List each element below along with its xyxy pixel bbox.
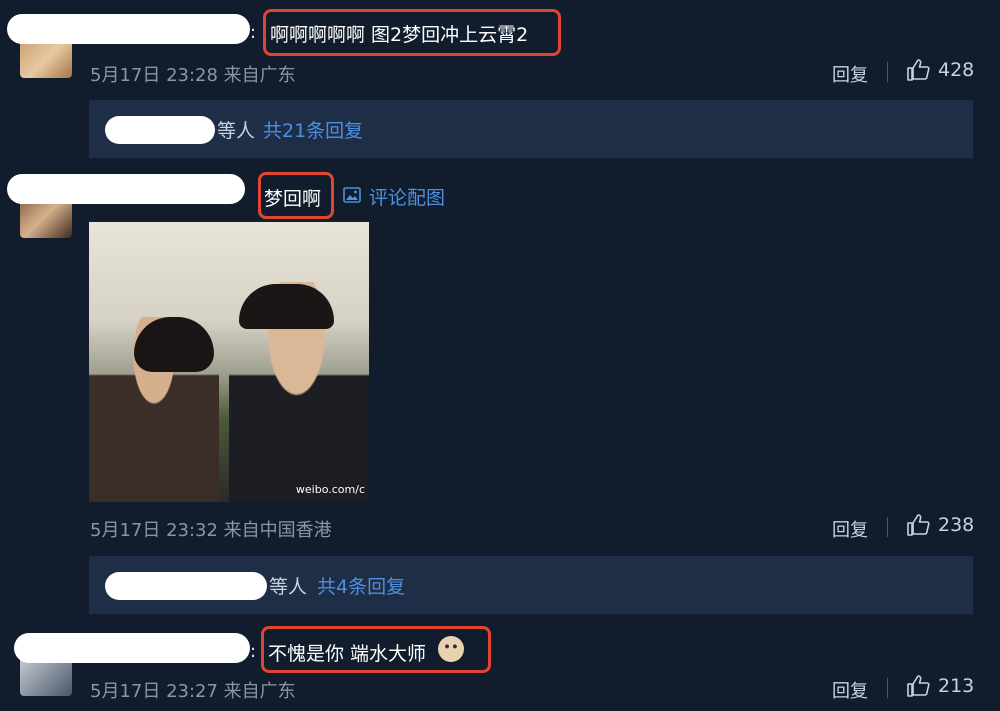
username-redacted[interactable] bbox=[14, 633, 250, 663]
like-button[interactable]: 428 bbox=[906, 59, 974, 81]
replies-etc: 等人 bbox=[269, 576, 308, 598]
like-count: 428 bbox=[938, 59, 975, 81]
thumbs-up-icon bbox=[906, 59, 930, 81]
photo-hair-right bbox=[239, 284, 334, 329]
comment-image-link[interactable]: 评论配图 bbox=[343, 183, 445, 210]
reply-button[interactable]: 回复 bbox=[832, 677, 868, 703]
comment-meta: 5月17日 23:32 来自中国香港 bbox=[90, 520, 332, 541]
thumbs-up-icon bbox=[906, 675, 930, 697]
image-icon bbox=[343, 186, 361, 208]
comment-meta: 5月17日 23:28 来自广东 bbox=[90, 65, 296, 86]
replies-etc: 等人 bbox=[217, 120, 256, 142]
image-link-label: 评论配图 bbox=[369, 187, 446, 209]
comment-photo[interactable]: weibo.com/c bbox=[89, 222, 369, 502]
like-count: 238 bbox=[938, 514, 975, 536]
replier-names-redacted bbox=[105, 116, 215, 144]
divider bbox=[887, 62, 888, 82]
highlight-box bbox=[263, 9, 561, 56]
divider bbox=[887, 517, 888, 537]
divider bbox=[887, 678, 888, 698]
like-button[interactable]: 238 bbox=[906, 514, 974, 536]
replies-summary[interactable]: 等人 共4条回复 bbox=[89, 556, 973, 614]
thumbs-up-icon bbox=[906, 514, 930, 536]
username-redacted[interactable] bbox=[7, 14, 250, 44]
comment-meta: 5月17日 23:27 来自广东 bbox=[90, 681, 296, 702]
reply-button[interactable]: 回复 bbox=[832, 61, 868, 87]
like-count: 213 bbox=[938, 675, 975, 697]
like-button[interactable]: 213 bbox=[906, 675, 974, 697]
highlight-box bbox=[261, 626, 491, 673]
colon: : bbox=[250, 641, 257, 662]
replies-summary[interactable]: 等人 共21条回复 bbox=[89, 100, 973, 158]
colon: : bbox=[250, 22, 257, 43]
replies-total-link[interactable]: 共4条回复 bbox=[317, 572, 405, 599]
replier-names-redacted bbox=[105, 572, 267, 600]
reply-button[interactable]: 回复 bbox=[832, 516, 868, 542]
photo-watermark: weibo.com/c bbox=[295, 483, 365, 496]
replies-total-link[interactable]: 共21条回复 bbox=[263, 116, 363, 143]
highlight-box bbox=[258, 172, 334, 219]
username-redacted[interactable] bbox=[7, 174, 245, 204]
